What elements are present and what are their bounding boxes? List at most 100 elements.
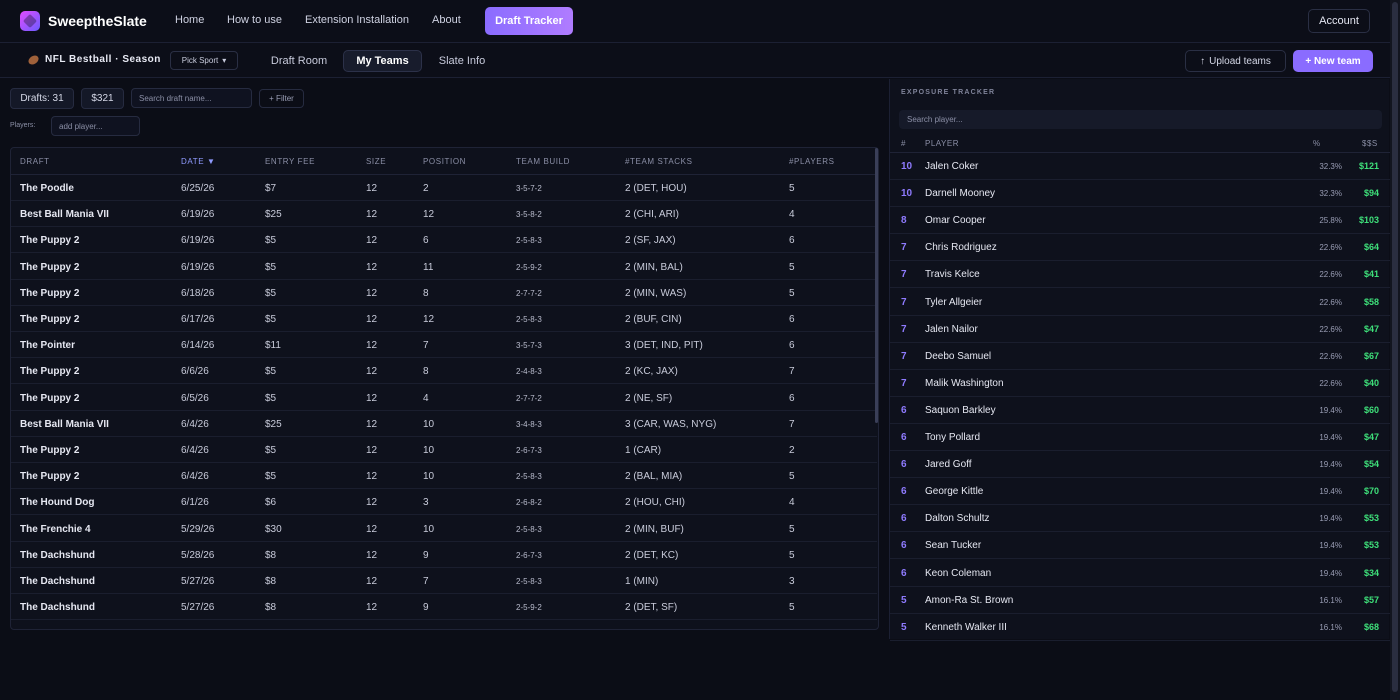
- column-header-players[interactable]: #PLAYERS: [789, 157, 835, 166]
- nav-how-to-use[interactable]: How to use: [227, 14, 282, 26]
- exposure-row[interactable]: 7 Tyler Allgeier 22.6% $58: [890, 289, 1390, 316]
- cell-team-build: 3-5-7-3: [516, 341, 542, 351]
- table-row[interactable]: Best Ball Mania VII 6/19/26 $25 12 12 3-5-8-2…: [11, 201, 877, 228]
- exposure-row[interactable]: 7 Malik Washington 22.6% $40: [890, 370, 1390, 397]
- exposure-row[interactable]: 10 Jalen Coker 32.3% $121: [890, 153, 1390, 180]
- pick-sport-dropdown[interactable]: Pick Sport ▾: [170, 51, 238, 70]
- column-header-draft[interactable]: DRAFT: [20, 157, 50, 166]
- table-row[interactable]: The Puppy 2 6/17/26 $5 12 12 2-5-8-3 2 (BUF, C…: [11, 306, 877, 332]
- table-row[interactable]: The Dachshund 5/27/26 $8 12 7 2-5-8-3 1 (MIN) 3: [11, 568, 877, 594]
- exposure-header-player: PLAYER: [925, 139, 959, 148]
- column-header-team-stacks[interactable]: #TEAM STACKS: [625, 157, 693, 166]
- table-row[interactable]: The Puppy 2 6/18/26 $5 12 8 2-7-7-2 2 (MIN, WA…: [11, 280, 877, 306]
- page-scrollbar[interactable]: [1392, 2, 1398, 692]
- exposure-row[interactable]: 6 Sean Tucker 19.4% $53: [890, 532, 1390, 560]
- column-header-team-build[interactable]: TEAM BUILD: [516, 157, 570, 166]
- column-header-size[interactable]: SIZE: [366, 157, 386, 166]
- exposure-dollars: $40: [1363, 377, 1379, 388]
- exposure-row[interactable]: 7 Deebo Samuel 22.6% $67: [890, 343, 1390, 370]
- cell-date: 5/29/26: [181, 523, 215, 535]
- table-row[interactable]: The Pointer 6/14/26 $11 12 7 3-5-7-3 3 (DET, I…: [11, 332, 877, 359]
- exposure-row[interactable]: 6 Saquon Barkley 19.4% $60: [890, 397, 1390, 424]
- draft-tracker-button[interactable]: Draft Tracker: [485, 7, 573, 35]
- cell-players: 3: [789, 576, 795, 587]
- cell-team-build: 2-5-8-3: [516, 524, 542, 534]
- table-row[interactable]: The Puppy 2 6/4/26 $5 12 10 2-5-8-3 2 (BAL, MI…: [11, 463, 877, 490]
- cell-position: 6: [423, 235, 429, 247]
- table-row[interactable]: The Puppy 2 6/4/26 $5 12 10 2-6-7-3 1 (CAR) 2: [11, 437, 877, 463]
- table-row[interactable]: The Puppy 2 6/19/26 $5 12 11 2-5-9-2 2 (MIN, B…: [11, 254, 877, 280]
- exposure-row[interactable]: 6 George Kittle 19.4% $70: [890, 478, 1390, 506]
- exposure-pct: 22.6%: [1319, 324, 1342, 334]
- nav-about[interactable]: About: [432, 14, 461, 26]
- table-row[interactable]: The Puppy 2 6/6/26 $5 12 8 2-4-8-3 2 (KC, JAX)…: [11, 358, 877, 385]
- nav-extension-installation[interactable]: Extension Installation: [305, 14, 409, 26]
- exposure-row[interactable]: 7 Travis Kelce 22.6% $41: [890, 261, 1390, 289]
- exposure-row[interactable]: 7 Chris Rodriguez 22.6% $64: [890, 234, 1390, 262]
- exposure-row[interactable]: 10 Darnell Mooney 32.3% $94: [890, 180, 1390, 208]
- table-row[interactable]: The Frenchie 4 5/29/26 $30 12 10 2-5-8-3 2 (MI…: [11, 516, 877, 542]
- cell-draft: The Puppy 2: [20, 392, 80, 404]
- filter-button[interactable]: + Filter: [259, 89, 304, 108]
- cell-team-stacks: 1 (CAR): [625, 445, 662, 456]
- cell-entry-fee: $8: [265, 576, 277, 587]
- column-header-position[interactable]: POSITION: [423, 157, 466, 166]
- exposure-row[interactable]: 6 Jared Goff 19.4% $54: [890, 451, 1390, 479]
- tab-my-teams[interactable]: My Teams: [343, 50, 422, 72]
- table-row[interactable]: The Dachshund 5/27/26 $8 12 9 2-5-9-2 2 (DET, …: [11, 594, 877, 621]
- search-draft-input[interactable]: Search draft name...: [131, 88, 252, 108]
- cell-team-stacks: 3 (DET, IND, PIT): [625, 340, 703, 352]
- cell-entry-fee: $8: [265, 549, 277, 561]
- cell-position: 8: [423, 287, 429, 299]
- exposure-row[interactable]: 7 Jalen Nailor 22.6% $47: [890, 316, 1390, 343]
- exposure-count: 6: [901, 567, 907, 579]
- exposure-row[interactable]: 6 Keon Coleman 19.4% $34: [890, 560, 1390, 587]
- account-button[interactable]: Account: [1308, 9, 1370, 33]
- table-row[interactable]: The Puppy 2 6/19/26 $5 12 6 2-5-8-3 2 (SF, JAX…: [11, 227, 877, 254]
- search-player-input[interactable]: Search player...: [899, 110, 1382, 129]
- cell-players: 5: [789, 287, 795, 299]
- table-row[interactable]: The Poodle 6/25/26 $7 12 2 3-5-7-2 2 (DET, HOU…: [11, 175, 877, 201]
- cell-position: 4: [423, 392, 429, 404]
- exposure-pct: 19.4%: [1319, 487, 1342, 497]
- exposure-row[interactable]: 5 Amon-Ra St. Brown 16.1% $57: [890, 587, 1390, 614]
- upload-teams-button[interactable]: ↑ Upload teams: [1185, 50, 1286, 72]
- cell-team-build: 2-5-8-3: [516, 236, 542, 246]
- table-scrollbar[interactable]: [875, 148, 878, 423]
- nav-home[interactable]: Home: [175, 14, 204, 26]
- exposure-player-name: Jalen Nailor: [925, 323, 978, 335]
- cell-date: 6/25/26: [181, 183, 215, 194]
- cell-entry-fee: $5: [265, 261, 277, 273]
- cell-date: 6/4/26: [181, 471, 209, 483]
- cell-team-stacks: 2 (BAL, MIA): [625, 471, 683, 483]
- cell-players: 5: [789, 471, 795, 483]
- exposure-row[interactable]: 5 Kenneth Walker III 16.1% $68: [890, 614, 1390, 641]
- exposure-count: 7: [901, 269, 907, 281]
- exposure-row[interactable]: 8 Omar Cooper 25.8% $103: [890, 207, 1390, 235]
- exposure-pct: 19.4%: [1319, 514, 1342, 524]
- cell-size: 12: [366, 261, 378, 273]
- drafts-count: 31: [52, 93, 64, 104]
- exposure-dollars: $47: [1363, 432, 1379, 442]
- tab-slate-info[interactable]: Slate Info: [426, 50, 498, 72]
- table-row[interactable]: The Hound Dog 6/1/26 $6 12 3 2-6-8-2 2 (HOU, C…: [11, 489, 877, 516]
- table-row[interactable]: The Dachshund 5/28/26 $8 12 9 2-6-7-3 2 (DET, …: [11, 542, 877, 568]
- logo[interactable]: SweeptheSlate: [20, 11, 147, 31]
- exposure-title: EXPOSURE TRACKER: [901, 89, 996, 96]
- exposure-player-name: Jalen Coker: [925, 161, 979, 172]
- column-header-entry-fee[interactable]: ENTRY FEE: [265, 157, 315, 166]
- cell-team-build: 3-5-8-2: [516, 210, 542, 220]
- tab-draft-room[interactable]: Draft Room: [258, 50, 340, 72]
- column-header-date[interactable]: DATE ▼: [181, 157, 215, 166]
- cell-draft: The Puppy 2: [20, 261, 80, 273]
- table-row[interactable]: The Puppy 2 6/5/26 $5 12 4 2-7-7-2 2 (NE, SF) 6: [11, 385, 877, 411]
- exposure-row[interactable]: 6 Dalton Schultz 19.4% $53: [890, 505, 1390, 533]
- cell-date: 6/18/26: [181, 287, 215, 299]
- cell-position: 7: [423, 576, 429, 587]
- cell-size: 12: [366, 418, 378, 430]
- chevron-down-icon: ▾: [222, 56, 227, 65]
- table-row[interactable]: Best Ball Mania VII 6/4/26 $25 12 10 3-4-8-3 3…: [11, 411, 877, 437]
- add-player-input[interactable]: add player...: [51, 116, 140, 136]
- exposure-row[interactable]: 6 Tony Pollard 19.4% $47: [890, 424, 1390, 451]
- new-team-button[interactable]: + New team: [1293, 50, 1373, 72]
